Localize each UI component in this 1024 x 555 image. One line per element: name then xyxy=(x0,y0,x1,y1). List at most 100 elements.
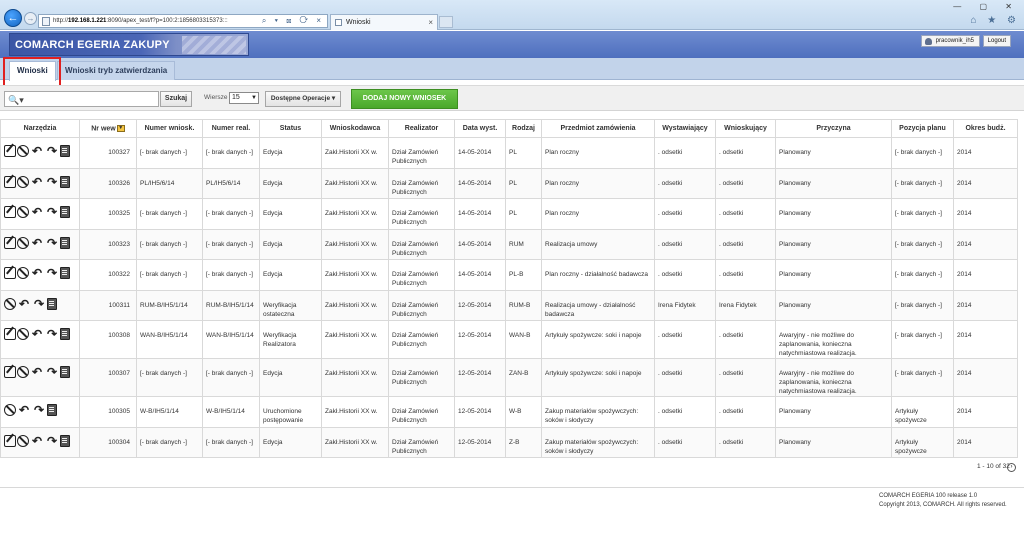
cancel-icon[interactable] xyxy=(17,366,29,378)
undo-icon[interactable]: ↶ xyxy=(17,404,31,416)
operations-button[interactable]: Dostępne Operacje ▾ xyxy=(265,91,341,107)
document-icon[interactable] xyxy=(47,297,57,310)
table-row[interactable]: ↶ ↷ 100304 [- brak danych -] [- brak danych … xyxy=(0,426,1018,458)
home-favorites-settings-icons[interactable]: ⌂ ★ ⚙ xyxy=(970,15,1020,26)
table-row[interactable]: ↶ ↷ 100323 [- brak danych -] [- brak danych … xyxy=(0,228,1018,260)
forward-icon[interactable]: ↷ xyxy=(45,435,59,447)
table-row[interactable]: ↶ ↷ 100322 [- brak danych -] [- brak danych … xyxy=(0,259,1018,291)
edit-icon[interactable] xyxy=(4,434,16,447)
column-header[interactable]: Nr wew ▼ xyxy=(79,119,137,138)
sort-icon[interactable]: ▼ xyxy=(116,124,125,132)
document-icon[interactable] xyxy=(60,434,70,447)
forward-button[interactable]: → xyxy=(24,12,37,25)
column-header[interactable]: Rodzaj xyxy=(505,119,542,138)
cell-nr: 100326 xyxy=(79,167,137,199)
column-header[interactable]: Narzędzia xyxy=(0,119,80,138)
column-header[interactable]: Data wyst. xyxy=(454,119,506,138)
edit-icon[interactable] xyxy=(4,328,16,340)
cell-wnioskodawca: Zakł.Historii XX w. xyxy=(321,358,389,397)
add-request-button[interactable]: DODAJ NOWY WNIOSEK xyxy=(351,89,458,109)
forward-icon[interactable]: ↷ xyxy=(45,176,59,188)
forward-icon[interactable]: ↷ xyxy=(32,404,46,416)
table-row[interactable]: ↶ ↷ 100307 [- brak danych -] [- brak danych … xyxy=(0,358,1018,397)
table-row[interactable]: ↶ ↷ 100305 W-B/IH5/1/14 W-B/IH5/1/14 Uruchomi… xyxy=(0,396,1018,428)
document-icon[interactable] xyxy=(60,236,70,249)
document-icon[interactable] xyxy=(60,206,70,218)
edit-icon[interactable] xyxy=(4,175,16,188)
tab-close-icon[interactable]: × xyxy=(428,15,433,30)
cancel-icon[interactable] xyxy=(4,404,16,416)
window-controls[interactable]: — ▢ ✕ xyxy=(953,2,1020,11)
undo-icon[interactable]: ↶ xyxy=(17,298,31,310)
back-button[interactable]: ← xyxy=(4,9,22,27)
rows-select[interactable]: 15 ▼ xyxy=(229,92,259,104)
undo-icon[interactable]: ↶ xyxy=(30,176,44,188)
edit-icon[interactable] xyxy=(4,145,16,157)
document-icon[interactable] xyxy=(60,175,70,188)
column-header[interactable]: Pozycja planu xyxy=(891,119,954,138)
table-row[interactable]: ↶ ↷ 100325 [- brak danych -] [- brak danych … xyxy=(0,198,1018,230)
cancel-icon[interactable] xyxy=(17,206,29,218)
column-header[interactable]: Realizator xyxy=(388,119,455,138)
logout-button[interactable]: Logout xyxy=(982,35,1011,47)
cancel-icon[interactable] xyxy=(17,145,29,157)
document-icon[interactable] xyxy=(60,267,70,279)
address-tools-icons[interactable]: ⌕ ▾ ⊠ ⟳ × xyxy=(262,15,324,27)
undo-icon[interactable]: ↶ xyxy=(30,435,44,447)
column-header[interactable]: Przedmiot zamówienia xyxy=(541,119,655,138)
edit-icon[interactable] xyxy=(4,236,16,249)
cancel-icon[interactable] xyxy=(17,236,29,249)
forward-icon[interactable]: ↷ xyxy=(45,267,59,279)
cell-real: [- brak danych -] xyxy=(202,137,260,169)
search-button[interactable]: Szukaj xyxy=(160,91,192,107)
table-row[interactable]: ↶ ↷ 100326 PL/IH5/6/14 PL/IH5/6/14 Edycja Zakł… xyxy=(0,167,1018,199)
forward-icon[interactable]: ↷ xyxy=(45,366,59,378)
new-tab-button[interactable] xyxy=(439,16,453,28)
undo-icon[interactable]: ↶ xyxy=(30,237,44,249)
table-row[interactable]: ↶ ↷ 100327 [- brak danych -] [- brak danych … xyxy=(0,137,1018,169)
cell-przyczyna: Planowany xyxy=(775,167,892,199)
forward-icon[interactable]: ↷ xyxy=(45,237,59,249)
document-icon[interactable] xyxy=(47,404,57,416)
undo-icon[interactable]: ↶ xyxy=(30,366,44,378)
column-header[interactable]: Status xyxy=(259,119,322,138)
user-badge[interactable]: pracownik_ih5 xyxy=(920,35,980,47)
column-header[interactable]: Wnioskodawca xyxy=(321,119,389,138)
edit-icon[interactable] xyxy=(4,366,16,378)
table-row[interactable]: ↶ ↷ 100308 WAN-B/IH5/1/14 WAN-B/IH5/1/14 Wery… xyxy=(0,320,1018,359)
cancel-icon[interactable] xyxy=(17,175,29,188)
logo[interactable]: COMARCH EGERIA ZAKUPY xyxy=(9,33,249,56)
search-icon[interactable]: 🔍▾ xyxy=(8,93,24,107)
cancel-icon[interactable] xyxy=(4,297,16,310)
browser-tab[interactable]: Wnioski × xyxy=(330,14,438,30)
undo-icon[interactable]: ↶ xyxy=(30,267,44,279)
cell-nr: 100308 xyxy=(79,320,137,359)
document-icon[interactable] xyxy=(60,145,70,157)
column-header[interactable]: Wnioskujący xyxy=(715,119,776,138)
next-page-button[interactable]: › xyxy=(1007,463,1016,472)
edit-icon[interactable] xyxy=(4,267,16,279)
search-input[interactable]: 🔍▾ xyxy=(4,91,159,107)
column-header[interactable]: Okres budż. xyxy=(953,119,1018,138)
rows-label: Wiersze xyxy=(204,94,228,101)
address-bar[interactable]: http://192.168.1.221:8090/apex_test/f?p=… xyxy=(38,14,328,28)
cancel-icon[interactable] xyxy=(17,434,29,447)
cancel-icon[interactable] xyxy=(17,267,29,279)
document-icon[interactable] xyxy=(60,328,70,340)
forward-icon[interactable]: ↷ xyxy=(45,145,59,157)
document-icon[interactable] xyxy=(60,366,70,378)
column-header[interactable]: Wystawiający xyxy=(654,119,716,138)
column-header[interactable]: Przyczyna xyxy=(775,119,892,138)
table-row[interactable]: ↶ ↷ 100311 RUM-B/IH5/1/14 RUM-B/IH5/1/14 Wery… xyxy=(0,289,1018,321)
forward-icon[interactable]: ↷ xyxy=(45,328,59,340)
undo-icon[interactable]: ↶ xyxy=(30,145,44,157)
edit-icon[interactable] xyxy=(4,206,16,218)
column-header[interactable]: Numer wniosk. xyxy=(136,119,203,138)
forward-icon[interactable]: ↷ xyxy=(32,298,46,310)
forward-icon[interactable]: ↷ xyxy=(45,206,59,218)
undo-icon[interactable]: ↶ xyxy=(30,206,44,218)
column-header[interactable]: Numer real. xyxy=(202,119,260,138)
undo-icon[interactable]: ↶ xyxy=(30,328,44,340)
cancel-icon[interactable] xyxy=(17,328,29,340)
tab-wnioski-approval[interactable]: Wnioski tryb zatwierdzania xyxy=(57,61,176,80)
